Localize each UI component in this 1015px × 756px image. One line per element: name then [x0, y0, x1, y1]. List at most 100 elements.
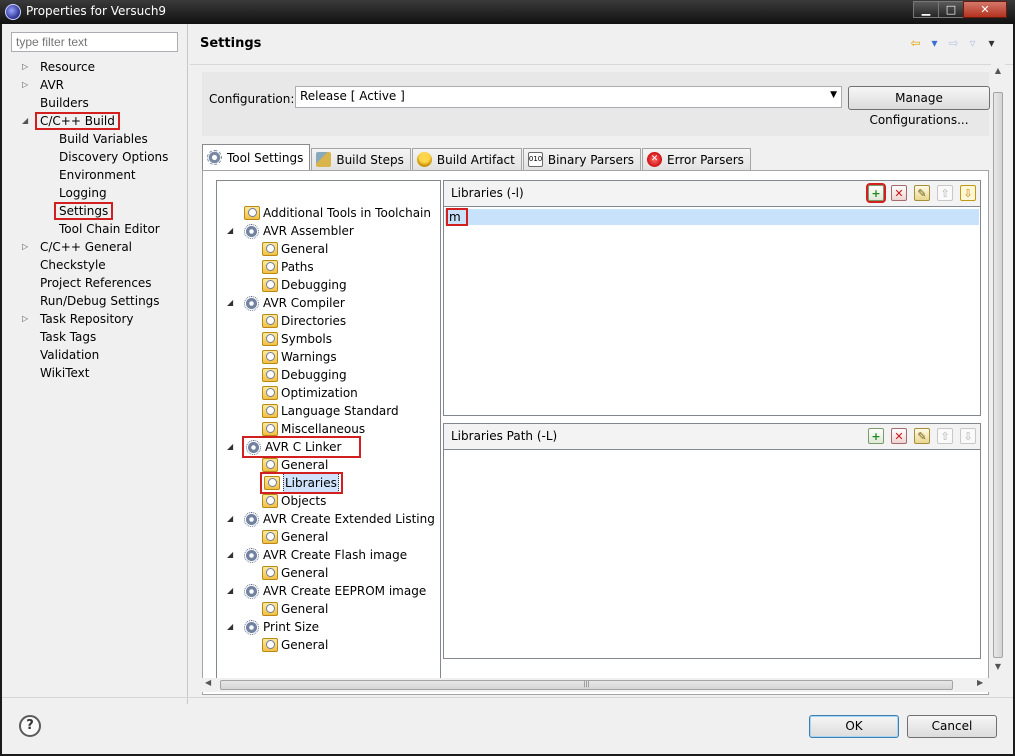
nav-item[interactable]: Project References [37, 274, 155, 292]
expanded-arrow-icon[interactable]: ◢ [227, 510, 233, 528]
expanded-arrow-icon[interactable]: ◢ [227, 294, 233, 312]
nav-item[interactable]: WikiText [37, 364, 93, 382]
expanded-arrow-icon[interactable]: ◢ [227, 546, 233, 564]
collapsed-arrow-icon[interactable]: ▷ [22, 238, 28, 256]
expanded-arrow-icon[interactable]: ◢ [227, 222, 233, 240]
collapsed-arrow-icon[interactable]: ▷ [22, 76, 28, 94]
manage-configurations-button[interactable]: Manage Configurations... [848, 86, 990, 127]
tool-node[interactable]: ◢ AVR Create Extended Listing [227, 510, 435, 528]
view-menu-icon[interactable]: ▾ [984, 36, 999, 50]
back-menu-chevron-icon[interactable]: ▾ [927, 36, 942, 50]
nav-item[interactable]: ▷ C/C++ General [22, 238, 135, 256]
nav-item[interactable]: Validation [37, 346, 102, 364]
edit-icon[interactable]: ✎ [914, 428, 930, 444]
maximize-button[interactable]: □ [938, 1, 964, 18]
delete-icon[interactable]: ✕ [891, 185, 907, 201]
tab-label: Build Artifact [436, 152, 515, 167]
ok-button[interactable]: OK [809, 715, 899, 738]
nav-item[interactable]: ◢ C/C++ Build [22, 112, 120, 130]
move-down-icon[interactable]: ⇩ [960, 185, 976, 201]
option-category-node[interactable]: Additional Tools in Toolchain [244, 204, 431, 222]
nav-item[interactable]: Settings [53, 202, 114, 220]
move-up-icon[interactable]: ⇧ [937, 185, 953, 201]
tool-node[interactable]: ◢ AVR Create Flash image [227, 546, 407, 564]
list-item[interactable]: m [445, 208, 979, 226]
tab-error-parsers[interactable]: ✕ Error Parsers [642, 148, 751, 170]
nav-item[interactable]: Builders [37, 94, 92, 112]
option-category-node[interactable]: General [262, 600, 328, 618]
expanded-arrow-icon[interactable]: ◢ [227, 582, 233, 600]
option-category-node[interactable]: Objects [262, 492, 326, 510]
scroll-down-icon[interactable]: ▼ [993, 662, 1003, 671]
scroll-thumb[interactable] [993, 92, 1003, 658]
cancel-button[interactable]: Cancel [907, 715, 997, 738]
option-category-icon [262, 530, 278, 544]
option-category-node[interactable]: General [262, 528, 328, 546]
collapsed-arrow-icon[interactable]: ▷ [22, 58, 28, 76]
option-category-node[interactable]: General [262, 240, 328, 258]
horizontal-scrollbar[interactable]: ◀ ||| ▶ [202, 678, 989, 692]
nav-item[interactable]: Discovery Options [56, 148, 171, 166]
expanded-arrow-icon[interactable]: ◢ [22, 112, 28, 130]
tool-node[interactable]: ◢ AVR C Linker [227, 436, 362, 458]
option-category-node[interactable]: Debugging [262, 366, 347, 384]
tab-tool-settings[interactable]: Tool Settings [202, 144, 311, 170]
nav-item[interactable]: Tool Chain Editor [56, 220, 163, 238]
nav-item-label: Run/Debug Settings [40, 294, 160, 308]
nav-item[interactable]: Logging [56, 184, 110, 202]
scroll-up-icon[interactable]: ▲ [993, 66, 1003, 75]
nav-item[interactable]: Build Variables [56, 130, 151, 148]
add-icon[interactable]: + [868, 428, 884, 444]
nav-item[interactable]: Task Tags [37, 328, 99, 346]
nav-item[interactable]: Environment [56, 166, 139, 184]
tool-node[interactable]: ◢ Print Size [227, 618, 319, 636]
move-down-icon[interactable]: ⇩ [960, 428, 976, 444]
back-icon[interactable]: ⇦ [908, 36, 923, 50]
tab-binary-parsers[interactable]: 010 Binary Parsers [522, 148, 642, 170]
scroll-right-icon[interactable]: ▶ [977, 678, 983, 687]
nav-item[interactable]: ▷ Resource [22, 58, 98, 76]
scroll-thumb[interactable]: ||| [220, 680, 953, 690]
option-category-icon [262, 278, 278, 292]
filter-input[interactable] [11, 32, 178, 52]
close-button[interactable]: ✕ [963, 1, 1007, 18]
help-icon[interactable]: ? [19, 715, 41, 737]
expanded-arrow-icon[interactable]: ◢ [227, 618, 233, 636]
option-category-icon [262, 494, 278, 508]
option-category-node[interactable]: Directories [262, 312, 346, 330]
nav-item[interactable]: ▷ AVR [22, 76, 67, 94]
option-category-node[interactable]: Optimization [262, 384, 358, 402]
scroll-left-icon[interactable]: ◀ [205, 678, 211, 687]
option-category-node[interactable]: Miscellaneous [262, 420, 365, 438]
collapsed-arrow-icon[interactable]: ▷ [22, 310, 28, 328]
nav-item[interactable]: Run/Debug Settings [37, 292, 163, 310]
edit-icon[interactable]: ✎ [914, 185, 930, 201]
option-category-node[interactable]: General [262, 564, 328, 582]
sash-divider[interactable] [187, 24, 188, 704]
add-icon[interactable]: + [866, 183, 886, 203]
vertical-scrollbar[interactable]: ▲ ▼ [991, 64, 1005, 704]
tool-node[interactable]: ◢ AVR Create EEPROM image [227, 582, 426, 600]
tab-build-artifact[interactable]: Build Artifact [411, 148, 522, 170]
option-category-node[interactable]: Language Standard [262, 402, 399, 420]
tool-node[interactable]: ◢ AVR Assembler [227, 222, 354, 240]
option-category-node[interactable]: General [262, 636, 328, 654]
tab-build-steps[interactable]: Build Steps [311, 148, 411, 170]
nav-item[interactable]: Checkstyle [37, 256, 109, 274]
option-category-node[interactable]: Debugging [262, 276, 347, 294]
option-category-node[interactable]: Libraries [260, 472, 343, 494]
forward-menu-chevron-icon[interactable]: ▿ [965, 36, 980, 50]
footer-separator [2, 697, 1013, 698]
configuration-select[interactable]: Release [ Active ] ▼ [295, 86, 842, 108]
nav-item[interactable]: ▷ Task Repository [22, 310, 137, 328]
option-category-node[interactable]: Symbols [262, 330, 332, 348]
option-category-node[interactable]: General [262, 456, 328, 474]
expanded-arrow-icon[interactable]: ◢ [227, 438, 233, 456]
tool-node[interactable]: ◢ AVR Compiler [227, 294, 345, 312]
move-up-icon[interactable]: ⇧ [937, 428, 953, 444]
delete-icon[interactable]: ✕ [891, 428, 907, 444]
option-category-node[interactable]: Paths [262, 258, 314, 276]
forward-icon[interactable]: ⇨ [946, 36, 961, 50]
option-category-node[interactable]: Warnings [262, 348, 337, 366]
minimize-button[interactable]: ▁ [913, 1, 939, 18]
